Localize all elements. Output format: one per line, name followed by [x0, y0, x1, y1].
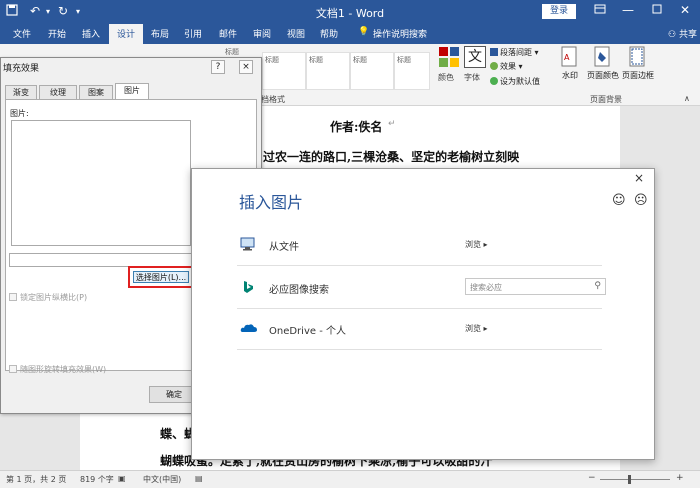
paragraph-spacing-icon	[490, 48, 498, 56]
page-border-icon	[627, 46, 649, 68]
ribbon-display-options-icon[interactable]	[594, 3, 606, 18]
rotate-with-shape-checkbox[interactable]: 随图形旋转填充效果(W)	[9, 364, 106, 375]
tab-texture[interactable]: 纹理	[39, 85, 77, 99]
macro-icon[interactable]: ▤	[195, 474, 203, 483]
zoom-in-button[interactable]: +	[676, 473, 684, 483]
browse-file-button[interactable]: 浏览 ▸	[465, 239, 488, 250]
svg-text:A: A	[564, 53, 570, 62]
picture-preview	[11, 120, 191, 246]
close-window-icon[interactable]: ✕	[680, 3, 690, 17]
picture-label: 图片:	[10, 109, 29, 118]
zoom-slider[interactable]	[600, 479, 670, 480]
watermark-icon: A	[559, 46, 581, 68]
minimize-icon[interactable]: —	[622, 3, 634, 17]
status-bar: 第 1 页，共 2 页 819 个字 ▣ 中文(中国) ▤ − +	[0, 470, 700, 488]
tab-home[interactable]: 开始	[48, 27, 66, 40]
document-line: 过农一连的路口,三棵沧桑、坚定的老榆树立刻映	[263, 150, 520, 164]
share-button[interactable]: ⚇ 共享	[668, 27, 697, 40]
browse-onedrive-button[interactable]: 浏览 ▸	[465, 323, 488, 334]
tab-view[interactable]: 视图	[287, 27, 305, 40]
fonts-icon[interactable]: 文	[464, 46, 486, 68]
tab-references[interactable]: 引用	[184, 27, 202, 40]
help-button[interactable]: ?	[211, 60, 225, 74]
bing-search-label: 必应图像搜索	[269, 285, 329, 296]
style-gallery-item[interactable]: 标题	[350, 52, 394, 90]
paragraph-spacing-button[interactable]: 段落间距 ▾	[490, 47, 539, 58]
tab-insert[interactable]: 插入	[82, 27, 100, 40]
style-gallery-label: 标题	[225, 48, 239, 56]
lock-aspect-ratio-checkbox[interactable]: 锁定图片纵横比(P)	[9, 292, 87, 303]
fonts-label: 字体	[464, 73, 480, 82]
style-gallery-item[interactable]: 标题	[306, 52, 350, 90]
tell-me-search[interactable]: 操作说明搜索	[373, 27, 427, 40]
title-bar: ↶ ▾ ↻ ▾ 文档1 - Word 登录 — ✕	[0, 0, 700, 24]
proofing-icon[interactable]: ▣	[118, 474, 126, 483]
watermark-button[interactable]: A 水印	[556, 46, 584, 81]
page-border-button[interactable]: 页面边框	[620, 46, 656, 81]
author-line: 作者:佚名	[330, 120, 383, 134]
from-file-label: 从文件	[269, 242, 299, 253]
onedrive-row[interactable]: OneDrive - 个人 浏览 ▸	[237, 309, 602, 350]
bing-search-input[interactable]: 搜索必应 ⚲	[465, 278, 606, 295]
style-gallery-item[interactable]: 标题	[394, 52, 430, 90]
paragraph-mark-icon: ↵	[388, 119, 396, 129]
colors-button[interactable]	[438, 46, 460, 68]
page-color-icon	[592, 46, 614, 68]
tab-mailings[interactable]: 邮件	[219, 27, 237, 40]
smile-feedback-icon[interactable]: ☺	[612, 193, 626, 208]
maximize-icon[interactable]	[652, 3, 662, 17]
tab-picture[interactable]: 图片	[115, 83, 149, 100]
page-count[interactable]: 第 1 页，共 2 页	[6, 474, 66, 485]
page-background-group-label: 页面背景	[590, 95, 622, 104]
person-icon: ⚇	[668, 30, 677, 40]
insert-dialog-close-button[interactable]: ×	[634, 171, 644, 185]
insert-dialog-title: 插入图片	[239, 193, 304, 212]
dialog-close-button[interactable]: ×	[239, 60, 253, 74]
fill-dialog-title: 填充效果	[3, 64, 40, 74]
word-count[interactable]: 819 个字	[80, 474, 114, 485]
zoom-out-button[interactable]: −	[588, 473, 596, 483]
search-icon[interactable]: ⚲	[594, 281, 601, 291]
colors-icon	[438, 46, 460, 68]
effects-icon	[490, 62, 498, 70]
tab-layout[interactable]: 布局	[151, 27, 169, 40]
tab-file[interactable]: 文件	[13, 27, 31, 40]
style-gallery-item[interactable]: 标题	[262, 52, 306, 90]
colors-label: 颜色	[438, 73, 454, 82]
frown-feedback-icon[interactable]: ☹	[634, 193, 648, 208]
login-button[interactable]: 登录	[542, 4, 576, 19]
computer-icon	[240, 237, 256, 251]
bing-search-row: 必应图像搜索 搜索必应 ⚲	[237, 268, 606, 309]
checkmark-icon	[490, 77, 498, 85]
tab-pattern[interactable]: 图案	[79, 85, 113, 99]
tab-design[interactable]: 设计	[109, 24, 144, 44]
bing-icon	[240, 280, 256, 294]
language-indicator[interactable]: 中文(中国)	[143, 474, 181, 485]
tab-review[interactable]: 审阅	[253, 27, 271, 40]
tab-help[interactable]: 帮助	[320, 27, 338, 40]
tab-gradient[interactable]: 渐变	[5, 85, 37, 99]
insert-pictures-dialog: × 插入图片 ☺ ☹ 从文件 浏览 ▸ 必应图像搜索 搜索必应 ⚲ OneDri…	[191, 168, 655, 460]
lightbulb-icon: 💡	[358, 27, 370, 37]
collapse-ribbon-icon[interactable]: ∧	[684, 94, 690, 103]
set-as-default-button[interactable]: 设为默认值	[490, 76, 540, 87]
onedrive-label: OneDrive - 个人	[269, 326, 346, 337]
from-file-row[interactable]: 从文件 浏览 ▸	[237, 225, 602, 266]
effects-button[interactable]: 效果 ▾	[490, 61, 523, 72]
chevron-right-icon: ▸	[483, 240, 488, 249]
onedrive-cloud-icon	[240, 321, 257, 335]
page-color-button[interactable]: 页面颜色	[584, 46, 622, 81]
select-picture-highlight: 选择图片(L)...	[128, 266, 194, 288]
ribbon-tabs: 文件 开始 插入 设计 布局 引用 邮件 审阅 视图 帮助 💡 操作说明搜索 ⚇…	[0, 24, 700, 44]
zoom-slider-thumb[interactable]	[628, 475, 631, 484]
select-picture-button[interactable]: 选择图片(L)...	[133, 271, 189, 283]
chevron-right-icon: ▸	[483, 324, 488, 333]
